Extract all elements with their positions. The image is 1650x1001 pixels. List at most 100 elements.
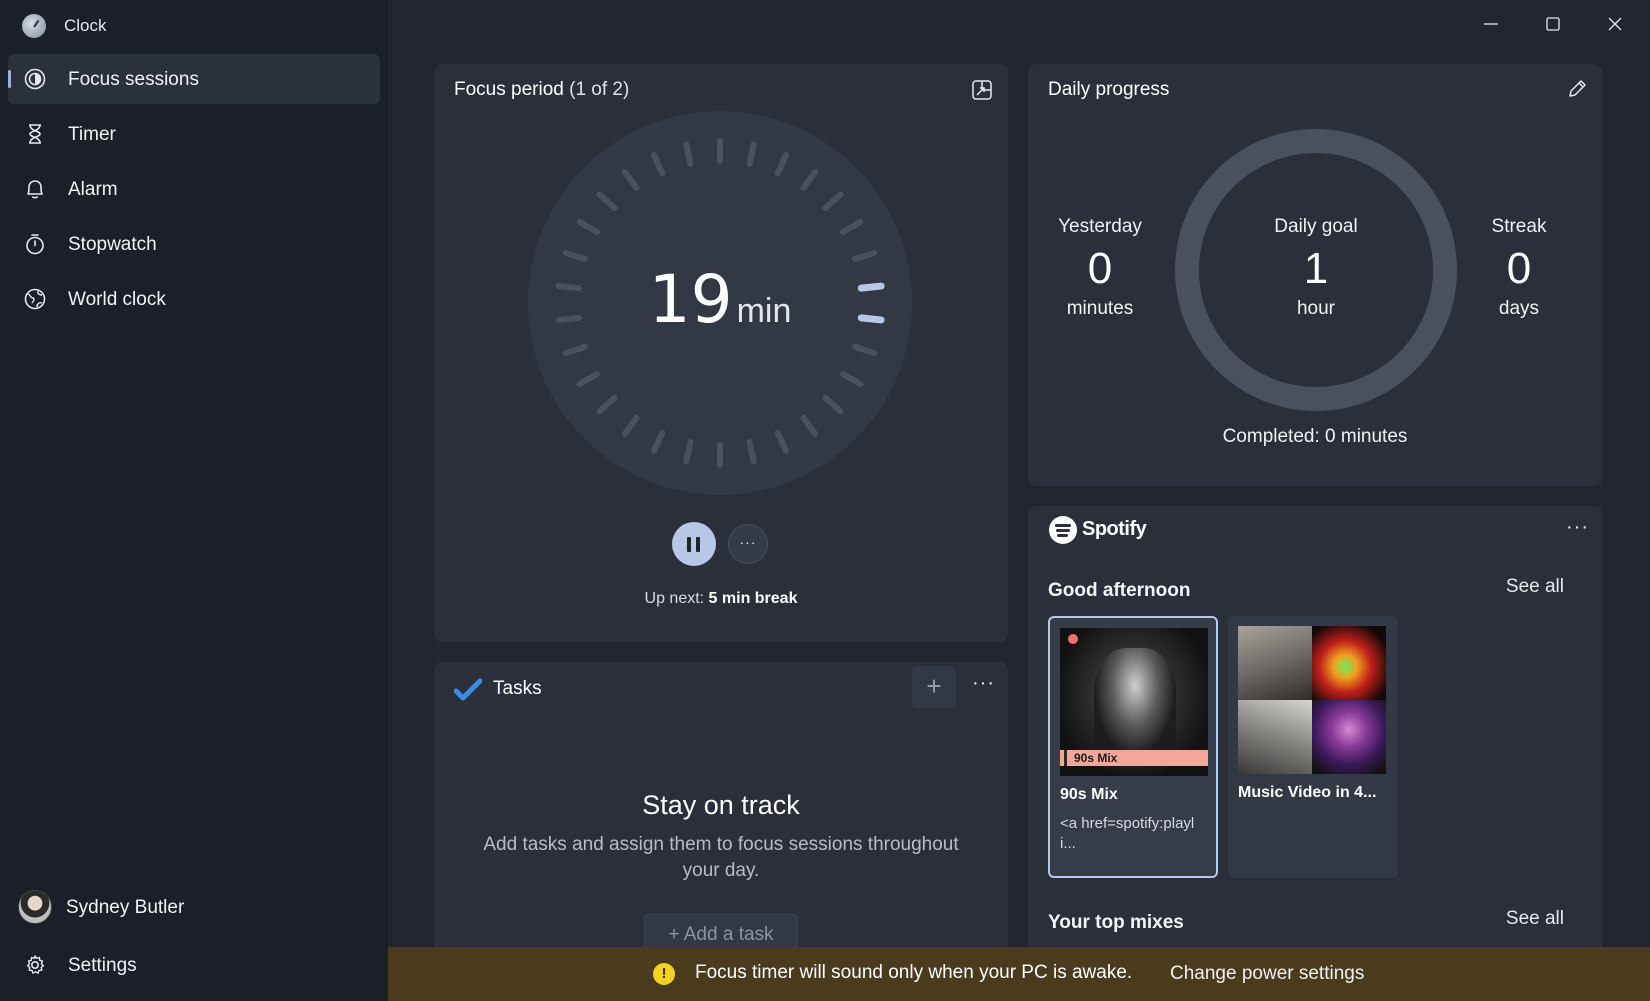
up-next-value: 5 min break bbox=[708, 590, 798, 607]
see-all-link[interactable]: See all bbox=[1506, 576, 1564, 598]
timer-tick bbox=[800, 414, 819, 438]
sidebar-item-world-clock[interactable]: World clock bbox=[8, 274, 380, 324]
yesterday-label: Yesterday bbox=[1058, 216, 1142, 237]
user-name: Sydney Butler bbox=[66, 897, 185, 918]
tasks-more-icon[interactable]: ··· bbox=[972, 672, 995, 695]
add-task-icon-button[interactable]: + bbox=[912, 666, 956, 708]
banner-message: Focus timer will sound only when your PC… bbox=[695, 962, 1133, 983]
clock-app-icon bbox=[22, 14, 46, 38]
focus-title: Focus period bbox=[454, 79, 564, 100]
power-warning-banner: ! Focus timer will sound only when your … bbox=[388, 947, 1650, 1001]
focus-more-options-button[interactable]: ··· bbox=[728, 524, 768, 564]
timer-tick bbox=[746, 141, 757, 168]
tasks-card: Tasks + ··· Stay on track Add tasks and … bbox=[434, 662, 1008, 962]
timer-tick bbox=[774, 429, 789, 454]
clock-app-window: Clock Focus sessions Timer Alarm Stopwat… bbox=[0, 0, 1650, 1001]
timer-unit: min bbox=[736, 292, 792, 330]
up-next-text: Up next: 5 min break bbox=[434, 590, 1008, 608]
warning-icon: ! bbox=[653, 963, 675, 985]
sidebar-item-focus-sessions[interactable]: Focus sessions bbox=[8, 54, 380, 104]
playlist-name: 90s Mix bbox=[1060, 786, 1118, 803]
streak-stat: Streak 0 days bbox=[1479, 216, 1559, 320]
sidebar-item-label: Stopwatch bbox=[68, 234, 157, 255]
timer-tick bbox=[621, 168, 640, 192]
cover-label-strip: 90s Mix bbox=[1060, 750, 1208, 766]
stopwatch-icon bbox=[26, 234, 44, 255]
yesterday-stat: Yesterday 0 minutes bbox=[1050, 216, 1150, 320]
streak-label: Streak bbox=[1491, 216, 1547, 237]
yesterday-value: 0 bbox=[1087, 244, 1113, 293]
gear-icon bbox=[26, 955, 45, 974]
spotify-logo-icon bbox=[1049, 516, 1077, 544]
settings-button[interactable]: Settings bbox=[8, 944, 380, 988]
daily-goal-unit: hour bbox=[1296, 298, 1336, 319]
bell-icon bbox=[27, 180, 43, 199]
timer-tick bbox=[651, 152, 666, 177]
cover-quadrant-1 bbox=[1238, 626, 1312, 700]
daily-progress-card: Daily progress Yesterday 0 minutes Daily… bbox=[1028, 64, 1602, 486]
sidebar: Clock Focus sessions Timer Alarm Stopwat… bbox=[0, 0, 388, 1001]
timer-tick bbox=[839, 371, 864, 387]
maximize-button[interactable] bbox=[1530, 8, 1576, 38]
timer-display: 19 min bbox=[528, 261, 912, 338]
timer-value: 19 bbox=[648, 261, 733, 338]
completed-text: Completed: 0 minutes bbox=[1222, 426, 1408, 447]
daily-goal-label: Daily goal bbox=[1274, 216, 1358, 237]
spotify-more-icon[interactable]: ··· bbox=[1566, 516, 1589, 539]
timer-tick bbox=[746, 438, 757, 465]
close-button[interactable] bbox=[1592, 8, 1638, 38]
pause-icon-bar-left bbox=[687, 537, 691, 552]
spotify-badge-icon bbox=[1068, 634, 1078, 644]
focus-period-count: (1 of 2) bbox=[569, 79, 630, 100]
tasks-empty-title: Stay on track bbox=[642, 790, 800, 820]
playlist-name: Music Video in 4... bbox=[1238, 784, 1377, 801]
todo-check-icon bbox=[454, 678, 482, 701]
timer-tick bbox=[576, 219, 601, 235]
streak-unit: days bbox=[1498, 298, 1540, 319]
focus-icon bbox=[24, 68, 46, 90]
sidebar-item-stopwatch[interactable]: Stopwatch bbox=[8, 219, 380, 269]
playlist-cover-90s-mix: 90s Mix bbox=[1060, 628, 1208, 776]
cover-label-marker bbox=[1064, 750, 1067, 766]
timer-tick bbox=[562, 249, 588, 263]
settings-label: Settings bbox=[68, 955, 137, 976]
sidebar-item-alarm[interactable]: Alarm bbox=[8, 164, 380, 214]
timer-tick bbox=[596, 395, 618, 415]
user-account[interactable]: Sydney Butler bbox=[18, 890, 358, 924]
focus-period-card: Focus period (1 of 2) 19 min ··· Up next:… bbox=[434, 64, 1008, 642]
close-icon bbox=[1608, 17, 1622, 31]
edit-pencil-icon[interactable] bbox=[1566, 78, 1588, 100]
hourglass-icon bbox=[29, 124, 41, 144]
see-all-link[interactable]: See all bbox=[1506, 908, 1564, 930]
minimize-icon bbox=[1484, 23, 1498, 25]
daily-goal-value: 1 bbox=[1303, 244, 1329, 293]
sidebar-nav: Focus sessions Timer Alarm Stopwatch Wor… bbox=[8, 54, 380, 329]
top-mixes-heading: Your top mixes bbox=[1048, 912, 1184, 933]
timer-tick bbox=[822, 395, 844, 415]
cover-band-photo bbox=[1094, 648, 1176, 756]
spotify-wordmark: Spotify bbox=[1082, 518, 1147, 540]
playlist-tile-music-video[interactable]: Music Video in 4... bbox=[1228, 616, 1398, 878]
pause-button[interactable] bbox=[672, 522, 716, 566]
change-power-settings-link[interactable]: Change power settings bbox=[1170, 963, 1364, 985]
timer-tick bbox=[852, 249, 878, 263]
compact-overlay-icon[interactable] bbox=[971, 79, 993, 101]
app-title: Clock bbox=[64, 16, 107, 35]
focus-timer-dial: 19 min bbox=[528, 111, 912, 495]
good-afternoon-heading: Good afternoon bbox=[1048, 580, 1191, 601]
cover-label-text: 90s Mix bbox=[1074, 751, 1118, 765]
sidebar-item-timer[interactable]: Timer bbox=[8, 109, 380, 159]
timer-tick bbox=[562, 343, 588, 357]
spotify-card: Spotify ··· Good afternoon See all 90s M… bbox=[1028, 506, 1602, 1001]
minimize-button[interactable] bbox=[1468, 8, 1514, 38]
tasks-empty-text: Add tasks and assign them to focus sessi… bbox=[483, 834, 959, 881]
playlist-tile-90s-mix[interactable]: 90s Mix 90s Mix <a href=spotify:playli..… bbox=[1048, 616, 1218, 878]
cover-quadrant-2 bbox=[1312, 626, 1386, 700]
sidebar-item-label: Focus sessions bbox=[68, 69, 199, 90]
timer-tick bbox=[852, 343, 878, 357]
timer-tick bbox=[800, 168, 819, 192]
playlist-cover-music-video bbox=[1238, 626, 1386, 774]
daily-goal-stat[interactable]: Daily goal 1 hour bbox=[1236, 216, 1396, 320]
cover-quadrant-3 bbox=[1238, 700, 1312, 774]
timer-tick bbox=[576, 371, 601, 387]
